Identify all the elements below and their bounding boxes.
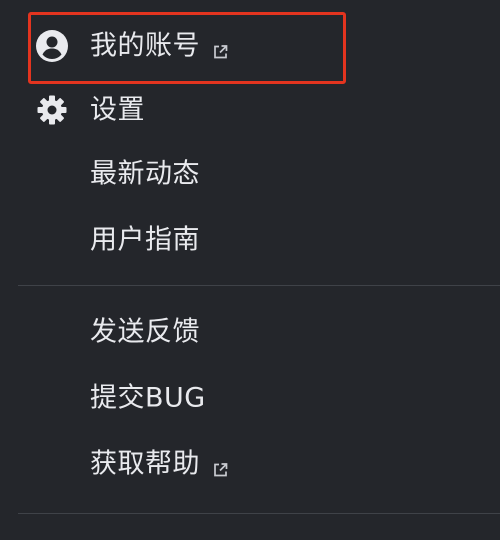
gear-icon <box>34 92 70 128</box>
menu-item-get-help[interactable]: 获取帮助 <box>0 434 500 494</box>
menu-item-label: 用户指南 <box>90 224 200 256</box>
menu-item-whats-new[interactable]: 最新动态 <box>0 144 500 204</box>
menu-item-label: 设置 <box>90 94 145 126</box>
menu-item-label: 获取帮助 <box>90 448 200 480</box>
menu-item-send-feedback[interactable]: 发送反馈 <box>0 302 500 362</box>
menu-divider <box>18 285 500 286</box>
menu-item-label: 提交BUG <box>90 382 206 414</box>
external-link-icon <box>212 457 229 477</box>
account-dropdown-menu: 我的账号 设置 最新动态 用户指南 发送反馈 提交BUG 获取帮助 <box>0 0 500 540</box>
menu-item-label: 最新动态 <box>90 158 200 190</box>
menu-item-user-guide[interactable]: 用户指南 <box>0 210 500 270</box>
menu-item-label: 发送反馈 <box>90 316 200 348</box>
menu-item-settings[interactable]: 设置 <box>0 80 500 140</box>
menu-divider <box>18 513 500 514</box>
menu-item-report-bug[interactable]: 提交BUG <box>0 368 500 428</box>
highlight-box <box>28 12 346 84</box>
